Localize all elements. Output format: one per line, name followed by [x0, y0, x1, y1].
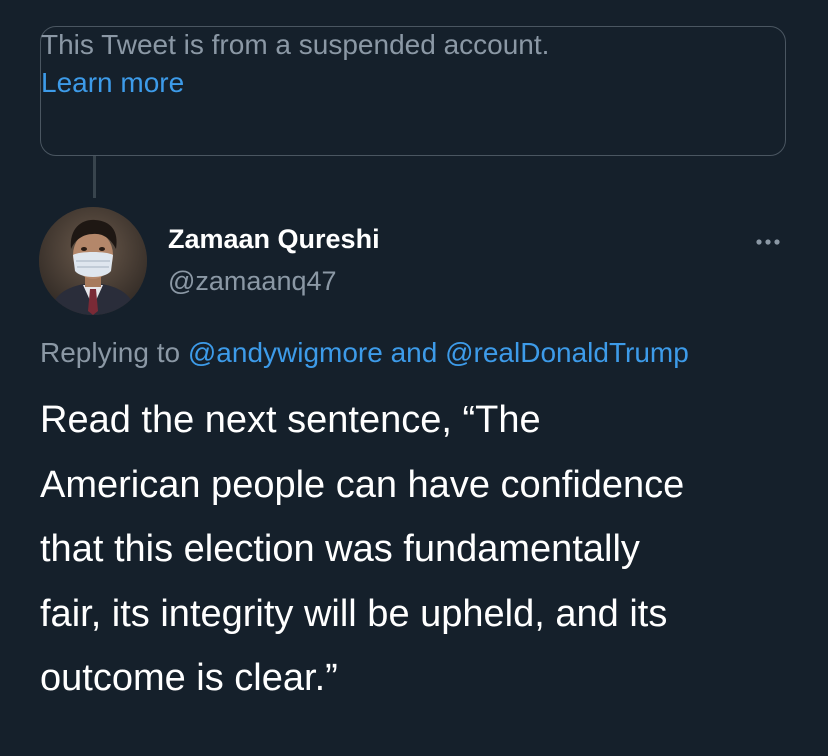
- suspended-notice: This Tweet is from a suspended account. …: [41, 26, 549, 102]
- mention-link-realdonaldtrump[interactable]: @realDonaldTrump: [445, 337, 689, 368]
- tweet-text-line: Read the next sentence, “The: [40, 399, 541, 441]
- author-handle[interactable]: @zamaanq47: [168, 266, 337, 297]
- more-options-button[interactable]: [746, 230, 790, 254]
- author-display-name[interactable]: Zamaan Qureshi: [168, 224, 380, 255]
- reply-context: Replying to @andywigmore and @realDonald…: [40, 335, 689, 371]
- replying-to-label: Replying to: [40, 337, 181, 368]
- tweet-text-line: that this election was fundamentally: [40, 528, 640, 570]
- thread-connector-line: [93, 156, 96, 198]
- reply-conjunction: and: [390, 337, 438, 368]
- learn-more-link[interactable]: Learn more: [41, 64, 549, 102]
- mention-link-andywigmore[interactable]: @andywigmore: [188, 337, 383, 368]
- more-horizontal-icon: [756, 239, 780, 245]
- avatar-photo: [39, 207, 147, 315]
- suspended-notice-text: This Tweet is from a suspended account.: [41, 29, 550, 60]
- tweet-text: Read the next sentence, “The American pe…: [40, 388, 810, 711]
- tweet-text-line: outcome is clear.”: [40, 657, 338, 699]
- avatar[interactable]: [39, 207, 147, 315]
- tweet-text-line: fair, its integrity will be upheld, and …: [40, 592, 668, 635]
- tweet-text-line: American people can have confidence: [40, 463, 685, 506]
- tweet-page: This Tweet is from a suspended account. …: [0, 0, 828, 756]
